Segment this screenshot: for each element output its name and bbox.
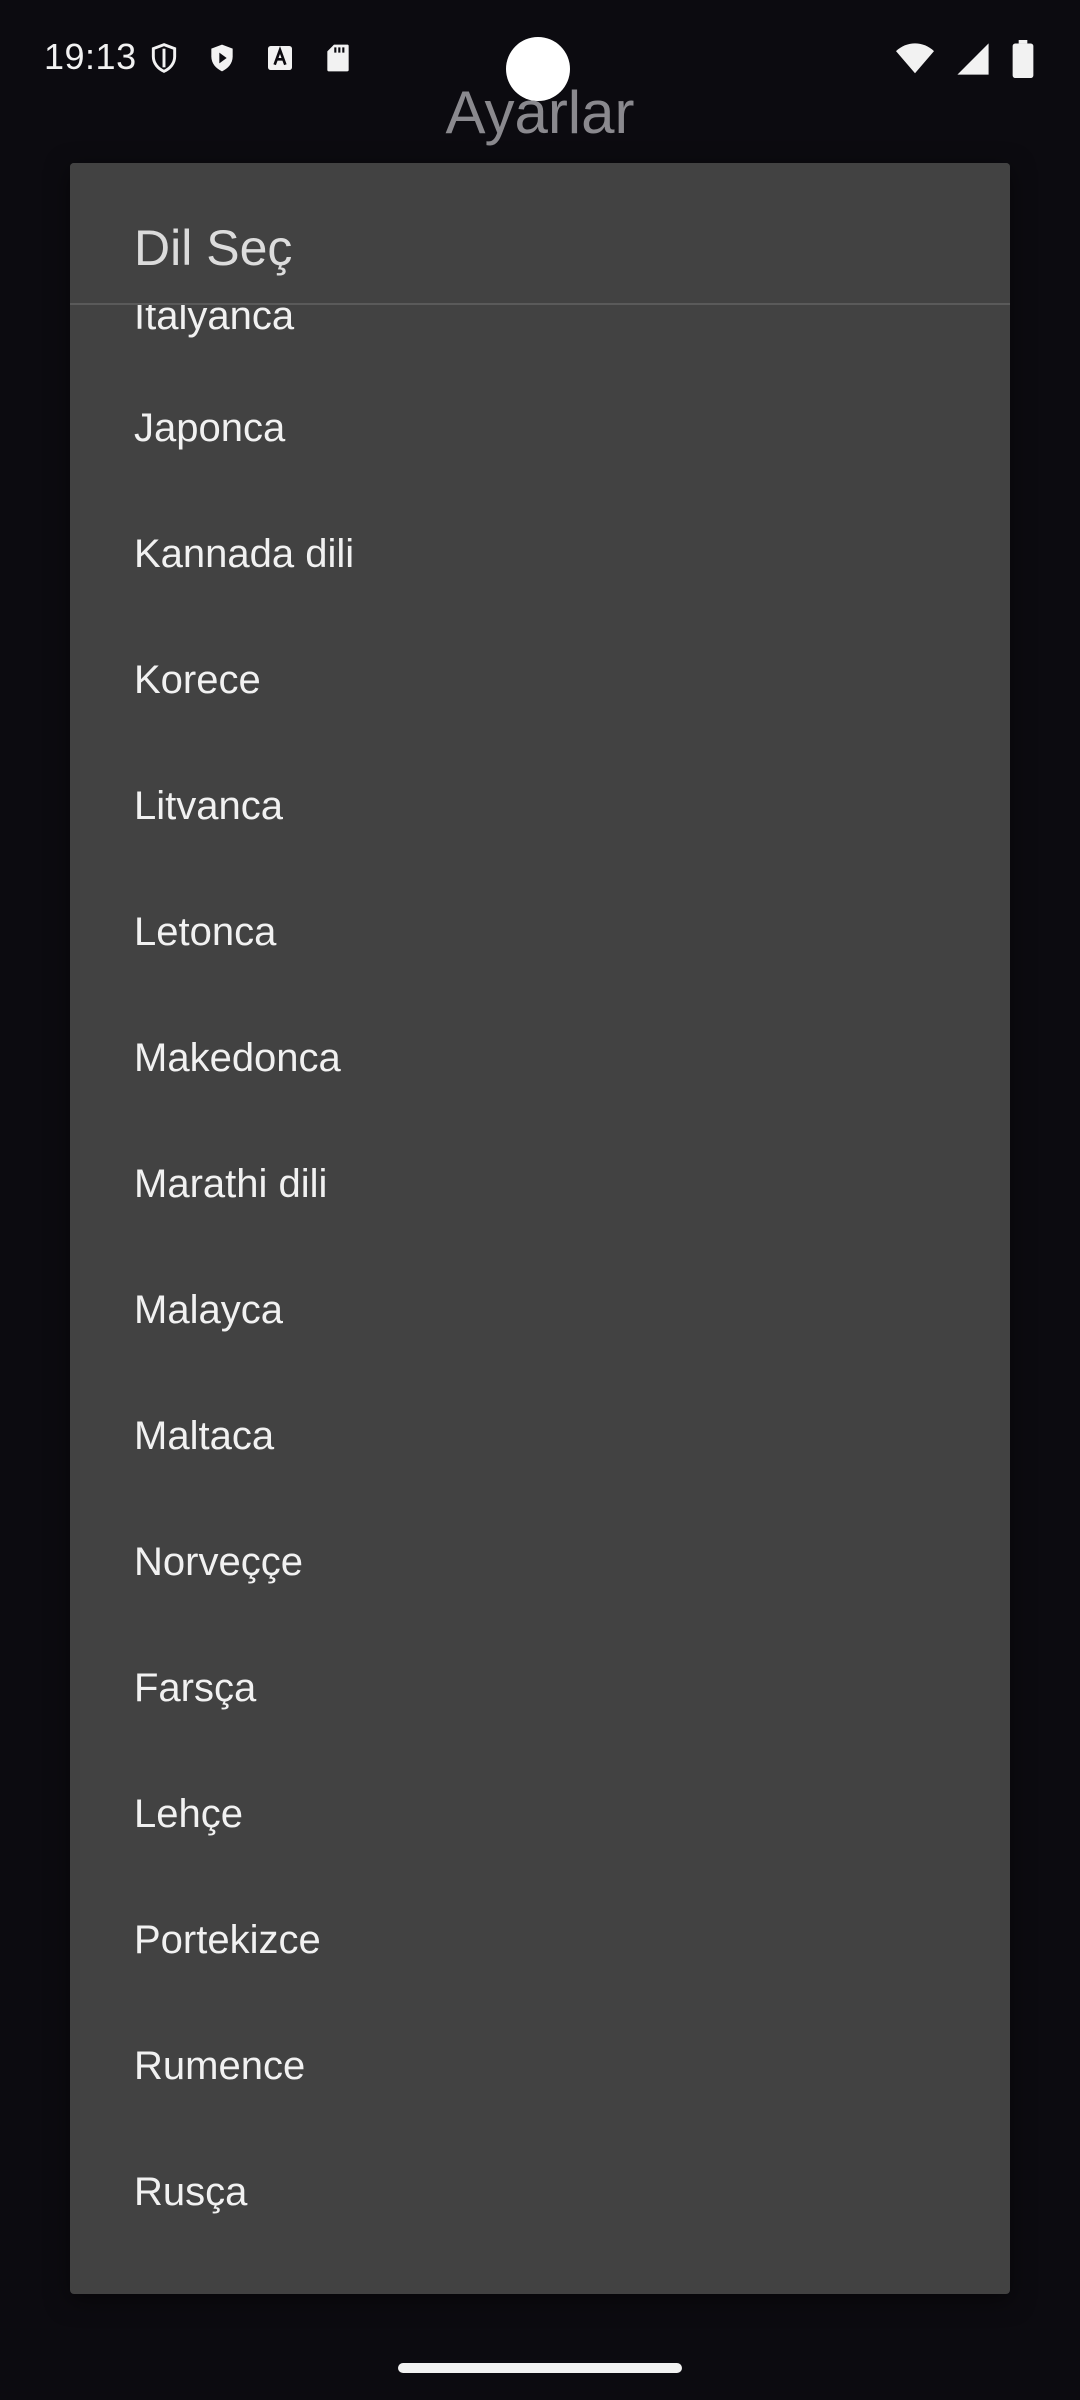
language-item[interactable]: Lehçe bbox=[70, 1751, 1010, 1877]
language-dialog: Dil Seç İtalyanca Japonca Kannada dili K… bbox=[70, 163, 1010, 2294]
language-item-label: Korece bbox=[134, 657, 261, 702]
language-item-label: Kannada dili bbox=[134, 531, 355, 576]
language-item-label: Portekizce bbox=[134, 1917, 321, 1962]
language-item[interactable]: Makedonca bbox=[70, 995, 1010, 1121]
language-item-label: Maltaca bbox=[134, 1413, 275, 1458]
language-item-label: Marathi dili bbox=[134, 1161, 328, 1206]
sd-card-icon bbox=[327, 44, 349, 72]
language-item-label: Makedonca bbox=[134, 1035, 341, 1080]
shield-icon bbox=[151, 43, 177, 73]
language-item[interactable]: Korece bbox=[70, 617, 1010, 743]
language-item[interactable]: Norveççe bbox=[70, 1499, 1010, 1625]
status-icons-right bbox=[896, 40, 1034, 78]
dialog-header: Dil Seç bbox=[70, 163, 1010, 305]
battery-icon bbox=[1012, 40, 1034, 78]
language-item[interactable]: Kannada dili bbox=[70, 491, 1010, 617]
play-protect-icon bbox=[211, 44, 233, 72]
status-time: 19:13 bbox=[44, 36, 137, 77]
language-item[interactable]: Japonca bbox=[70, 365, 1010, 491]
language-item[interactable]: Portekizce bbox=[70, 1877, 1010, 2003]
language-item-label: Malayca bbox=[134, 1287, 283, 1332]
language-item-label: Lehçe bbox=[134, 1791, 243, 1836]
font-icon bbox=[268, 46, 292, 70]
language-item[interactable]: Rumence bbox=[70, 2003, 1010, 2129]
language-item-label: Litvanca bbox=[134, 783, 283, 828]
dialog-title: Dil Seç bbox=[134, 220, 293, 276]
language-item-label: Norveççe bbox=[134, 1539, 303, 1584]
language-item[interactable]: Farsça bbox=[70, 1625, 1010, 1751]
phone-screen: 19:13 Ayarlar Dil Seç İtalyanca Japonca … bbox=[0, 0, 1080, 2400]
language-item-label: Letonca bbox=[134, 909, 277, 954]
language-item-label: Farsça bbox=[134, 1665, 257, 1710]
language-item-label: Rumence bbox=[134, 2043, 306, 2088]
wifi-icon bbox=[896, 43, 934, 74]
language-item[interactable]: Maltaca bbox=[70, 1373, 1010, 1499]
language-item[interactable]: Malayca bbox=[70, 1247, 1010, 1373]
language-item[interactable]: Marathi dili bbox=[70, 1121, 1010, 1247]
language-list[interactable]: İtalyanca Japonca Kannada dili Korece Li… bbox=[70, 305, 1010, 2294]
signal-icon bbox=[957, 43, 989, 75]
language-item[interactable]: Rusça bbox=[70, 2129, 1010, 2255]
home-indicator[interactable] bbox=[398, 2363, 682, 2373]
status-icons-left bbox=[148, 42, 354, 74]
language-item-label: İtalyanca bbox=[134, 305, 295, 338]
app-title: Ayarlar bbox=[445, 79, 635, 146]
language-item[interactable]: Letonca bbox=[70, 869, 1010, 995]
language-item-label: Rusça bbox=[134, 2169, 248, 2214]
language-item[interactable]: Litvanca bbox=[70, 743, 1010, 869]
language-item-label: Japonca bbox=[134, 405, 286, 450]
